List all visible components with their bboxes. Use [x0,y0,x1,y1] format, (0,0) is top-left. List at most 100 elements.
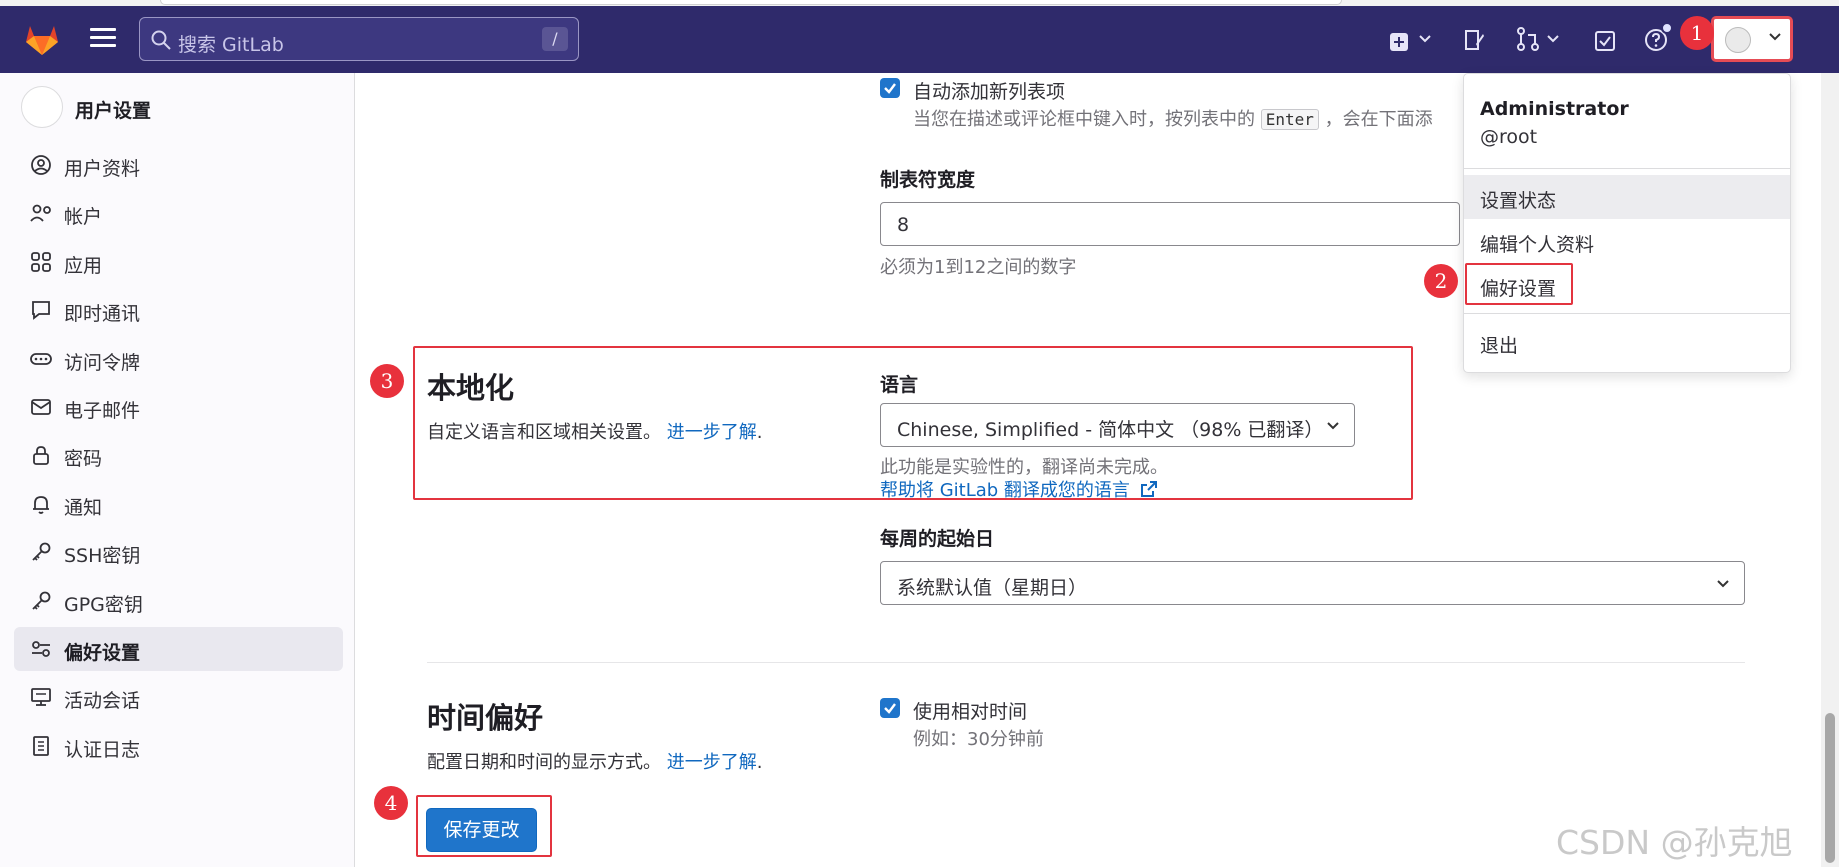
sidebar-item-label: SSH密钥 [64,545,141,568]
chat-bubble-icon [32,301,50,321]
sidebar-title: 用户设置 [75,100,152,122]
lock-icon [33,446,49,466]
time-prefs-desc-line: 配置日期和时间的显示方式。 进一步了解. [427,752,763,773]
check-icon [884,703,896,714]
sidebar-item-6[interactable]: 密码 [14,433,343,477]
annotation-box-localization [413,346,1413,500]
enter-key: Enter [1260,109,1319,130]
menu-item-edit-profile[interactable]: 编辑个人资料 [1464,219,1790,263]
week-start-value: 系统默认值（星期日） [897,577,1088,599]
preferences-icon [32,641,50,657]
search-icon [151,30,171,50]
chevron-down-icon [1769,33,1781,41]
chevron-down-icon [1717,580,1729,588]
page-scrollbar[interactable] [1821,73,1839,867]
sidebar-item-label: 密码 [64,448,103,471]
auto-list-label: 自动添加新列表项 [913,81,1066,103]
create-new-icon[interactable] [1389,29,1409,55]
week-start-select[interactable]: 系统默认值（星期日） [880,561,1745,605]
annotation-box-save [416,795,552,857]
log-icon [33,735,49,756]
search-placeholder: 搜索 GitLab [178,34,284,56]
todo-checkbox-icon[interactable] [1594,28,1616,54]
sidebar-item-9[interactable]: GPG密钥 [14,579,343,623]
tab-width-input[interactable]: 8 [880,202,1460,246]
menu-separator [1464,168,1790,169]
sidebar-item-label: 通知 [64,496,103,519]
menu-item-set-status[interactable]: 设置状态 [1464,175,1790,219]
sidebar-item-11[interactable]: 活动会话 [14,675,343,719]
scrollbar-thumb[interactable] [1825,713,1835,863]
sidebar-item-8[interactable]: SSH密钥 [14,530,343,574]
sidebar-item-7[interactable]: 通知 [14,482,343,526]
auto-list-checkbox[interactable] [880,78,900,98]
auto-list-help-post: ，会在下面添 [1324,109,1433,130]
auto-list-help: 当您在描述或评论框中键入时，按列表中的 Enter ，会在下面添 [913,105,1433,131]
tab-width-value: 8 [897,214,910,236]
search-shortcut-badge: / [542,27,568,51]
annotation-badge-4: 4 [374,786,408,820]
avatar [1725,27,1751,53]
settings-sidebar: 用户设置 用户资料帐户应用即时通讯访问令牌电子邮件密码通知 SSH密钥 GPG密钥偏… [0,73,355,867]
sidebar-avatar [21,86,63,128]
key-icon [32,591,51,610]
menu-toggle-icon[interactable] [90,28,116,48]
sidebar-item-label: 认证日志 [64,738,141,761]
user-menu-name: Administrator [1480,98,1629,120]
annotation-box-preferences [1465,263,1573,305]
menu-item-label: 编辑个人资料 [1480,234,1595,256]
check-icon [884,83,896,94]
menu-separator [1464,313,1790,314]
annotation-badge-1: 1 [1680,16,1714,50]
time-prefs-learn-more-link[interactable]: 进一步了解 [667,752,757,773]
time-prefs-title: 时间偏好 [427,701,544,735]
user-menu-dropdown: Administrator @root 设置状态 编辑个人资料 偏好设置 退出 [1463,73,1791,373]
bell-icon [33,495,49,514]
sidebar-item-10[interactable]: 偏好设置 [14,627,343,671]
tab-width-label: 制表符宽度 [880,169,976,191]
mail-icon [31,399,51,415]
user-circle-icon [31,155,51,175]
menu-item-label: 退出 [1480,335,1519,357]
gitlab-logo-icon[interactable] [24,22,60,56]
chevron-down-icon[interactable] [1419,35,1431,43]
sidebar-item-label: 活动会话 [64,690,141,713]
monitor-icon [31,688,51,707]
sidebar-item-3[interactable]: 即时通讯 [14,288,343,332]
merge-requests-icon[interactable] [1515,26,1541,52]
menu-item-label: 设置状态 [1480,190,1557,212]
sidebar-item-4[interactable]: 访问令牌 [14,337,343,381]
chevron-down-icon[interactable] [1547,35,1559,43]
sidebar-item-label: 电子邮件 [64,400,141,422]
sidebar-item-label: 访问令牌 [64,351,141,374]
sidebar-item-label: 用户资料 [64,158,141,180]
notification-dot [1661,22,1673,34]
time-prefs-desc: 配置日期和时间的显示方式。 [427,752,661,773]
relative-time-label: 使用相对时间 [913,701,1028,723]
sidebar-item-label: 偏好设置 [64,642,141,664]
token-icon [30,352,52,365]
section-divider [427,662,1745,663]
sidebar-item-5[interactable]: 电子邮件 [14,385,343,429]
week-start-label: 每周的起始日 [880,528,995,550]
sidebar-item-1[interactable]: 帐户 [14,191,343,235]
apps-grid-icon [31,251,51,272]
watermark-text: CSDN @孙克旭 [1556,823,1793,862]
tab-width-help: 必须为1到12之间的数字 [880,257,1077,278]
auto-list-help-pre: 当您在描述或评论框中键入时，按列表中的 [913,109,1255,130]
annotation-badge-2: 2 [1424,264,1458,298]
sidebar-item-label: 应用 [64,254,103,277]
relative-time-checkbox[interactable] [880,698,900,718]
user-menu-username: @root [1480,126,1538,148]
search-input[interactable]: 搜索 GitLab / [139,17,579,61]
sidebar-item-2[interactable]: 应用 [14,240,343,284]
key-icon [32,542,51,561]
relative-time-example: 例如：30分钟前 [913,729,1044,750]
issues-icon[interactable] [1462,27,1486,53]
menu-item-sign-out[interactable]: 退出 [1464,320,1790,364]
sidebar-item-0[interactable]: 用户资料 [14,143,343,187]
sidebar-item-12[interactable]: 认证日志 [14,724,343,768]
sidebar-item-label: GPG密钥 [64,593,143,616]
sidebar-item-label: 即时通讯 [64,303,141,326]
user-avatar-button[interactable] [1711,16,1793,62]
